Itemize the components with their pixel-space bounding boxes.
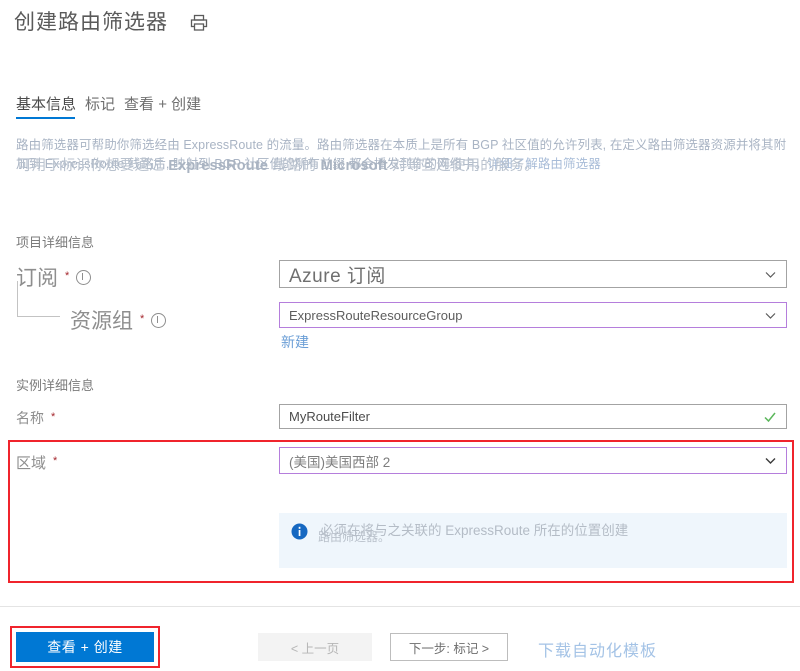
create-new-resource-group-link[interactable]: 新建	[281, 332, 309, 352]
description-b-part1: 可用于标识你想要通过	[17, 158, 169, 174]
resource-group-dropdown[interactable]: ExpressRouteResourceGroup	[279, 302, 787, 328]
description-b-bold-expressroute: ExpressRoute	[168, 158, 269, 174]
subscription-dropdown[interactable]: Azure 订阅	[279, 260, 787, 288]
description-b-bold-microsoft: Microsoft	[320, 158, 388, 174]
resource-group-value: ExpressRouteResourceGroup	[289, 307, 463, 323]
instance-details-heading: 实例详细信息	[16, 378, 95, 393]
description-b-part3: 对等互连使用的服务。	[387, 158, 540, 174]
region-dropdown[interactable]: (美国)美国西部 2	[279, 447, 787, 474]
hierarchy-connector	[17, 281, 60, 317]
region-info-banner: 必须在将与之关联的 ExpressRoute 所在的位置创建 路由筛选器。	[279, 513, 787, 568]
name-label-text: 名称	[16, 410, 44, 426]
resource-group-label-text: 资源组	[70, 310, 133, 333]
description-primary-text: 可用于标识你想要通过 ExpressRoute 线路的 Microsoft 对等…	[17, 156, 777, 177]
project-details-heading: 项目详细信息	[16, 235, 95, 250]
region-label-text: 区域	[16, 455, 47, 472]
chevron-down-icon	[764, 454, 777, 467]
tab-tags[interactable]: 标记	[85, 93, 115, 119]
download-template-link[interactable]: 下载自动化模板	[538, 637, 657, 661]
page-header: 创建路由筛选器	[14, 6, 208, 36]
subscription-value: Azure 订阅	[289, 265, 386, 287]
checkmark-icon	[763, 410, 777, 424]
resource-group-label: 资源组 *	[70, 305, 167, 335]
required-star: *	[140, 312, 145, 325]
name-value: MyRouteFilter	[289, 409, 370, 424]
description-line-a: 路由筛选器可帮助你筛选经由 ExpressRoute 的流量。路由筛选器在本质上…	[16, 138, 607, 152]
tab-basics[interactable]: 基本信息	[16, 93, 76, 119]
info-icon[interactable]	[151, 312, 167, 328]
description-block: 路由筛选器可帮助你筛选经由 ExpressRoute 的流量。路由筛选器在本质上…	[16, 136, 788, 218]
info-banner-text-line2: 路由筛选器。	[318, 530, 391, 544]
printer-icon[interactable]	[190, 14, 208, 32]
chevron-down-icon	[764, 309, 777, 322]
chevron-down-icon	[764, 268, 777, 281]
info-icon[interactable]	[76, 269, 92, 285]
required-star: *	[53, 455, 58, 467]
required-star: *	[51, 410, 56, 423]
required-star: *	[65, 269, 70, 282]
region-value: (美国)美国西部 2	[289, 454, 391, 470]
info-banner-text-wrap: 必须在将与之关联的 ExpressRoute 所在的位置创建 路由筛选器。	[318, 522, 775, 562]
review-create-button[interactable]: 查看 + 创建	[16, 632, 154, 662]
region-label: 区域 *	[16, 452, 57, 473]
next-button[interactable]: 下一步: 标记 >	[390, 633, 508, 661]
previous-button[interactable]: < 上一页	[258, 633, 372, 661]
tab-review-create[interactable]: 查看 + 创建	[124, 93, 201, 119]
footer-divider	[0, 606, 800, 607]
page-title: 创建路由筛选器	[14, 11, 168, 34]
description-b-part2: 线路的	[268, 158, 321, 174]
tab-bar: 基本信息 标记 查看 + 创建	[16, 93, 201, 119]
name-label: 名称 *	[16, 408, 55, 428]
name-input[interactable]: MyRouteFilter	[279, 404, 787, 429]
info-filled-icon	[291, 523, 308, 540]
